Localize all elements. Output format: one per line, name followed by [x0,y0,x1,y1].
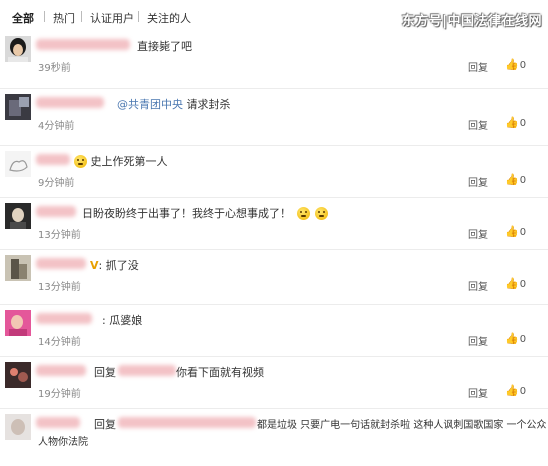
reply-button[interactable]: 回复 [468,226,488,241]
username-redacted[interactable] [36,154,70,165]
tab-divider [81,11,82,22]
thumbs-up-icon: 👍 [505,116,519,129]
tab-divider [44,11,45,22]
reply-prefix: 回复 [94,418,116,431]
like-button[interactable]: 👍0 [505,332,526,345]
watermark: 东方号|中国法律在线网 [401,14,542,29]
like-button[interactable]: 👍0 [505,225,526,238]
username-redacted[interactable] [36,97,104,108]
comment-text: 日盼夜盼终于出事了！我终于心想事成了！ [82,205,328,221]
avatar-image [5,203,31,229]
thumbs-up-icon: 👍 [505,173,519,186]
comment-item: @共青团中央 请求封杀 4分钟前 回复 👍0 [0,88,548,146]
comment-text: : 瓜婆娘 [102,314,143,327]
avatar[interactable] [5,310,31,336]
comment-body: 瓜婆娘 [109,314,143,327]
reply-target-redacted[interactable] [118,365,176,376]
comment-time: 39秒前 [38,63,71,74]
avatar-image [5,255,31,281]
username-redacted[interactable] [36,365,86,376]
comment-time: 9分钟前 [38,178,75,189]
thumbs-up-icon: 👍 [505,277,519,290]
comment-text: 直接毙了吧 [137,40,192,53]
like-count: 0 [519,60,527,71]
comment-text-continuation: 人物你法院 [38,437,88,448]
username-redacted[interactable] [36,39,130,50]
thumbs-up-icon: 👍 [505,332,519,345]
comment-item: : 瓜婆娘 14分钟前 回复 👍0 [0,304,548,362]
avatar-image [5,151,31,177]
avatar-image [5,310,31,336]
comment-time: 13分钟前 [38,282,81,293]
comment-body: 请求封杀 [186,98,231,111]
comment-item: V: 抓了没 13分钟前 回复 👍0 [0,249,548,307]
smiley-emoji-icon [296,207,310,220]
thumbs-up-icon: 👍 [505,58,519,71]
comment-time: 4分钟前 [38,121,75,132]
reply-button[interactable]: 回复 [468,333,488,348]
thumbs-up-icon: 👍 [505,384,519,397]
smiley-emoji-icon [74,155,87,168]
reply-button[interactable]: 回复 [468,278,488,293]
tab-hot[interactable]: 热门 [53,10,75,26]
comment-time: 14分钟前 [38,337,81,348]
comment-body: 史上作死第一人 [90,155,168,168]
avatar[interactable] [5,255,31,281]
like-count: 0 [519,279,527,290]
comment-item: 回复 都是垃圾 只要广电一句话就封杀啦 这种人讽刺国歌国家 一个公众 人物你法院 [0,408,548,466]
smiley-emoji-icon [315,207,328,220]
reply-button[interactable]: 回复 [468,174,488,189]
tab-verified-users[interactable]: 认证用户 [90,10,134,26]
username-redacted[interactable] [36,258,86,269]
comment-time: 19分钟前 [38,389,81,400]
like-button[interactable]: 👍0 [505,173,526,186]
tab-following[interactable]: 关注的人 [147,10,191,26]
avatar[interactable] [5,36,31,62]
like-count: 0 [519,227,527,238]
avatar-image [5,94,31,120]
avatar[interactable] [5,203,31,229]
avatar-image [5,362,31,388]
comment-filter-tabs: 全部 热门 认证用户 关注的人 东方号|中国法律在线网 [0,0,548,30]
reply-button[interactable]: 回复 [468,117,488,132]
avatar-image [5,36,31,62]
username-redacted[interactable] [36,313,92,324]
comment-item: 史上作死第一人 9分钟前 回复 👍0 [0,145,548,203]
username-redacted[interactable] [36,417,80,428]
avatar[interactable] [5,151,31,177]
verified-badge: V [90,259,99,272]
comment-body: 抓了没 [105,259,139,272]
like-count: 0 [519,118,527,129]
tab-all[interactable]: 全部 [12,10,34,26]
mention-link[interactable]: @共青团中央 [117,98,183,111]
like-button[interactable]: 👍0 [505,277,526,290]
avatar[interactable] [5,362,31,388]
reply-prefix: 回复 [94,366,116,379]
comment-item: 回复 你看下面就有视频 19分钟前 回复 👍0 [0,356,548,414]
comment-text: V: 抓了没 [90,259,139,272]
reply-target-redacted[interactable] [118,417,256,428]
like-count: 0 [519,386,527,397]
comment-item: 日盼夜盼终于出事了！我终于心想事成了！ 13分钟前 回复 👍0 [0,197,548,255]
username-redacted[interactable] [36,206,76,217]
avatar[interactable] [5,94,31,120]
like-button[interactable]: 👍0 [505,116,526,129]
comment-text: 你看下面就有视频 [176,366,264,379]
comment-text: @共青团中央 请求封杀 [117,96,231,112]
thumbs-up-icon: 👍 [505,225,519,238]
comment-text: 都是垃圾 只要广电一句话就封杀啦 这种人讽刺国歌国家 一个公众 [257,420,547,431]
comment-time: 13分钟前 [38,230,81,241]
avatar[interactable] [5,414,31,440]
tab-divider [138,11,139,22]
like-count: 0 [519,334,527,345]
reply-button[interactable]: 回复 [468,385,488,400]
comment-text: 史上作死第一人 [72,153,168,169]
comment-body: 日盼夜盼终于出事了！我终于心想事成了！ [82,207,291,220]
avatar-image [5,414,31,440]
like-button[interactable]: 👍0 [505,58,526,71]
comment-item: 直接毙了吧 39秒前 回复 👍0 [0,31,548,88]
reply-button[interactable]: 回复 [468,59,488,74]
like-count: 0 [519,175,527,186]
like-button[interactable]: 👍0 [505,384,526,397]
